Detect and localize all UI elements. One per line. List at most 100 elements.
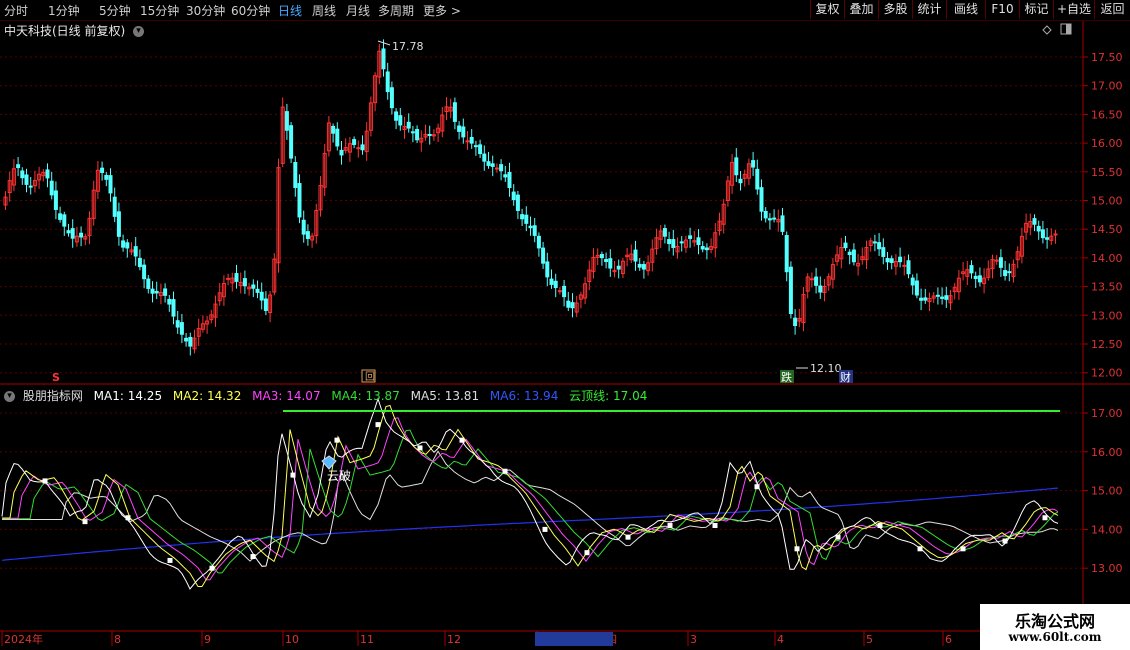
candle-body <box>494 167 499 170</box>
price-tick-label: 17.50 <box>1091 51 1123 64</box>
candle-body <box>28 185 33 188</box>
candle-body <box>994 259 999 262</box>
candle-body <box>662 228 667 237</box>
ma1-point-marker <box>584 550 590 556</box>
price-tick-label: 16.50 <box>1091 108 1123 121</box>
candle-body <box>562 285 567 298</box>
candle-body <box>133 246 138 257</box>
candle-body <box>331 125 336 134</box>
indicator-name[interactable]: 股朋指标网 <box>23 389 83 403</box>
cloud-top-label: 云顶线: 17.04 <box>569 389 648 403</box>
candle-body <box>977 275 982 283</box>
candle-body <box>70 228 75 239</box>
candle-body <box>381 48 386 70</box>
candle-body <box>688 235 693 239</box>
candle-body <box>394 111 399 121</box>
site-watermark: 乐淘公式网 www.60lt.com <box>980 604 1130 650</box>
candle-body <box>973 275 978 280</box>
candle-body <box>457 125 462 132</box>
candle-body <box>641 264 646 270</box>
candle-body <box>146 278 151 289</box>
candle-body <box>137 257 142 268</box>
hui-marker[interactable]: 回 <box>365 371 375 383</box>
window-toggle-icon-fill <box>1066 24 1071 34</box>
candle-body <box>263 298 268 311</box>
candle-body <box>1040 229 1045 239</box>
candle-body <box>188 336 193 347</box>
candle-body <box>818 285 823 293</box>
candle-body <box>679 241 684 244</box>
candle-body <box>482 153 487 162</box>
candle-body <box>704 247 709 251</box>
candle-body <box>734 157 739 176</box>
s-marker[interactable]: S <box>52 371 60 384</box>
candle-body <box>301 219 306 235</box>
candle-body <box>100 167 105 173</box>
candle-body <box>389 87 394 109</box>
candle-body <box>545 261 550 278</box>
ma1-point-marker <box>417 445 423 451</box>
candle-body <box>914 280 919 296</box>
date-label: 9 <box>204 633 211 646</box>
candle-body <box>469 136 474 144</box>
price-tick-label: 15.00 <box>1091 195 1123 208</box>
ma4-label: MA4: 13.87 <box>331 389 400 403</box>
candle-body <box>490 163 495 167</box>
candle-body <box>788 266 793 315</box>
candle-body <box>780 215 785 232</box>
date-label: 11 <box>360 633 374 646</box>
indicator-menu-icon[interactable]: ▾ <box>4 391 15 402</box>
candle-body <box>1032 218 1037 225</box>
candle-body <box>541 247 546 264</box>
candle-body <box>847 251 852 256</box>
ma1-point-marker <box>877 523 883 529</box>
price-tick-label: 16.00 <box>1091 137 1123 150</box>
candle-body <box>923 297 928 301</box>
candle-body <box>255 288 260 293</box>
candle-body <box>944 295 949 300</box>
candle-body <box>1045 237 1050 240</box>
candle-body <box>906 260 911 275</box>
diamond-icon[interactable] <box>1042 25 1052 35</box>
ma1-point-marker <box>835 534 841 540</box>
ma1-point-marker <box>667 523 673 529</box>
candle-body <box>452 102 457 122</box>
candle-body <box>154 290 159 294</box>
date-label: 5 <box>866 633 873 646</box>
candle-body <box>751 160 756 168</box>
candle-body <box>809 278 814 281</box>
kline-chart-canvas[interactable]: 17.50 17.00 16.50 16.00 15.50 15.00 14.50 14.00… <box>0 0 1130 650</box>
candle-body <box>335 128 340 147</box>
candle-body <box>175 320 180 328</box>
candle-body <box>461 126 466 138</box>
die-marker[interactable]: 跌 <box>781 370 792 384</box>
candle-body <box>171 299 176 317</box>
candle-body <box>116 211 121 237</box>
candle-body <box>234 273 239 282</box>
candle-body <box>772 217 777 220</box>
watermark-title: 乐淘公式网 <box>1014 612 1095 631</box>
candle-body <box>305 231 310 240</box>
candle-body <box>851 249 856 263</box>
candle-body <box>511 191 516 201</box>
cai-marker[interactable]: 财 <box>840 370 851 384</box>
candle-body <box>150 288 155 294</box>
candle-body <box>755 168 760 190</box>
ma1-point-marker <box>42 478 48 484</box>
candle-body <box>885 258 890 263</box>
candle-body <box>696 237 701 246</box>
candle-body <box>104 174 109 180</box>
candle-body <box>814 276 819 286</box>
ma2-label: MA2: 14.32 <box>172 389 242 403</box>
ma1-point-marker <box>712 523 718 529</box>
candle-body <box>251 284 256 289</box>
ma1-point-marker <box>167 557 173 563</box>
date-label: 3 <box>690 633 697 646</box>
candle-body <box>843 242 848 249</box>
candle-body <box>503 174 508 178</box>
candle-body <box>553 280 558 289</box>
ma1-point-marker <box>542 526 548 532</box>
candle-body <box>1003 270 1008 277</box>
candle-body <box>179 322 184 335</box>
ma1-point-marker <box>1002 538 1008 544</box>
